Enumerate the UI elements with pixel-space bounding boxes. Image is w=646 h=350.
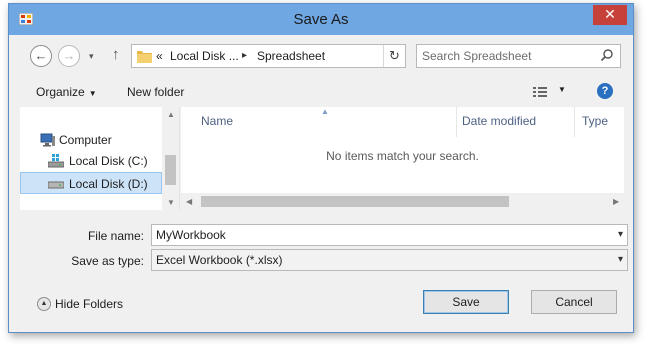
hide-folders-label: Hide Folders xyxy=(55,297,124,311)
column-divider[interactable] xyxy=(574,107,575,137)
tree-item-computer[interactable]: Computer xyxy=(20,129,162,151)
chevron-down-icon[interactable]: ▾ xyxy=(618,254,623,265)
scrollbar-thumb[interactable] xyxy=(165,155,176,185)
save-as-dialog: Save As ✕ ← → ▾ ↑ « Local Disk ... ▸ Spr… xyxy=(8,3,634,333)
new-folder-button[interactable]: New folder xyxy=(127,85,184,99)
scrollbar-thumb[interactable] xyxy=(201,196,509,207)
scroll-down-icon[interactable]: ▼ xyxy=(167,198,175,207)
dialog-body: ← → ▾ ↑ « Local Disk ... ▸ Spreadsheet ↻ xyxy=(16,35,628,327)
tree-label-computer: Computer xyxy=(59,133,112,147)
back-button[interactable]: ← xyxy=(30,45,52,67)
column-header-type[interactable]: Type xyxy=(582,114,608,128)
address-bar[interactable]: « Local Disk ... ▸ Spreadsheet ↻ xyxy=(131,44,406,68)
breadcrumb-separator-icon[interactable]: ▸ xyxy=(242,50,247,61)
search-box[interactable] xyxy=(416,44,621,68)
drive-icon xyxy=(48,181,64,189)
collapse-up-icon: ▲ xyxy=(37,297,51,311)
file-name-dropdown-icon[interactable]: ▾ xyxy=(618,229,623,240)
organize-button[interactable]: Organize ▼ xyxy=(36,85,97,99)
computer-icon xyxy=(40,133,55,147)
column-divider[interactable] xyxy=(456,107,457,137)
empty-list-message: No items match your search. xyxy=(326,149,479,163)
forward-button[interactable]: → xyxy=(58,45,80,67)
view-dropdown-icon[interactable]: ▼ xyxy=(558,85,566,94)
navigation-pane-scrollbar[interactable]: ▲ ▼ xyxy=(162,107,179,210)
save-as-type-value: Excel Workbook (*.xlsx) xyxy=(156,253,283,267)
help-icon[interactable]: ? xyxy=(597,83,613,99)
refresh-icon[interactable]: ↻ xyxy=(383,45,405,67)
breadcrumb-spreadsheet[interactable]: Spreadsheet xyxy=(257,49,325,63)
sort-ascending-icon: ▲ xyxy=(321,107,329,116)
column-header-date-modified[interactable]: Date modified xyxy=(462,114,536,128)
title-bar[interactable]: Save As ✕ xyxy=(9,4,633,35)
file-name-label: File name: xyxy=(87,229,144,243)
scroll-left-icon[interactable]: ◀ xyxy=(186,197,192,206)
save-as-type-label: Save as type: xyxy=(71,254,144,268)
breadcrumb-local-disk[interactable]: Local Disk ... xyxy=(170,49,239,63)
column-header-name[interactable]: Name xyxy=(201,114,233,128)
scroll-right-icon[interactable]: ▶ xyxy=(613,197,619,206)
file-list-pane: ▲ Name Date modified Type No items match… xyxy=(181,107,624,210)
view-options-icon[interactable] xyxy=(533,86,547,98)
file-name-field[interactable]: ▾ xyxy=(151,224,628,246)
organize-label: Organize xyxy=(36,85,85,99)
cancel-button[interactable]: Cancel xyxy=(531,290,617,314)
command-bar: Organize ▼ New folder ▼ ? xyxy=(16,75,626,107)
close-button[interactable]: ✕ xyxy=(593,5,627,25)
save-as-type-select[interactable]: Excel Workbook (*.xlsx) ▾ xyxy=(151,249,628,271)
search-input[interactable] xyxy=(422,48,592,64)
folder-icon xyxy=(137,51,152,63)
up-folder-button[interactable]: ↑ xyxy=(112,46,120,63)
tree-item-local-disk-c[interactable]: Local Disk (C:) xyxy=(20,150,162,172)
scroll-up-icon[interactable]: ▲ xyxy=(167,110,175,119)
window-title: Save As xyxy=(293,11,349,28)
search-icon[interactable] xyxy=(600,48,614,62)
tree-label-local-disk-c: Local Disk (C:) xyxy=(69,154,148,168)
file-name-input[interactable] xyxy=(156,227,596,243)
tree-label-local-disk-d: Local Disk (D:) xyxy=(69,177,148,191)
address-overflow-chevron[interactable]: « xyxy=(156,49,163,63)
recent-locations-icon[interactable]: ▾ xyxy=(89,51,94,62)
file-list-scrollbar[interactable]: ◀ ▶ xyxy=(181,193,624,210)
save-button[interactable]: Save xyxy=(423,290,509,314)
windows-drive-icon xyxy=(48,154,64,168)
tree-item-local-disk-d[interactable]: Local Disk (D:) xyxy=(20,172,162,194)
chevron-down-icon: ▼ xyxy=(88,89,97,98)
navigation-pane: Computer Local Disk (C:) Local Disk (D:) xyxy=(20,107,180,210)
